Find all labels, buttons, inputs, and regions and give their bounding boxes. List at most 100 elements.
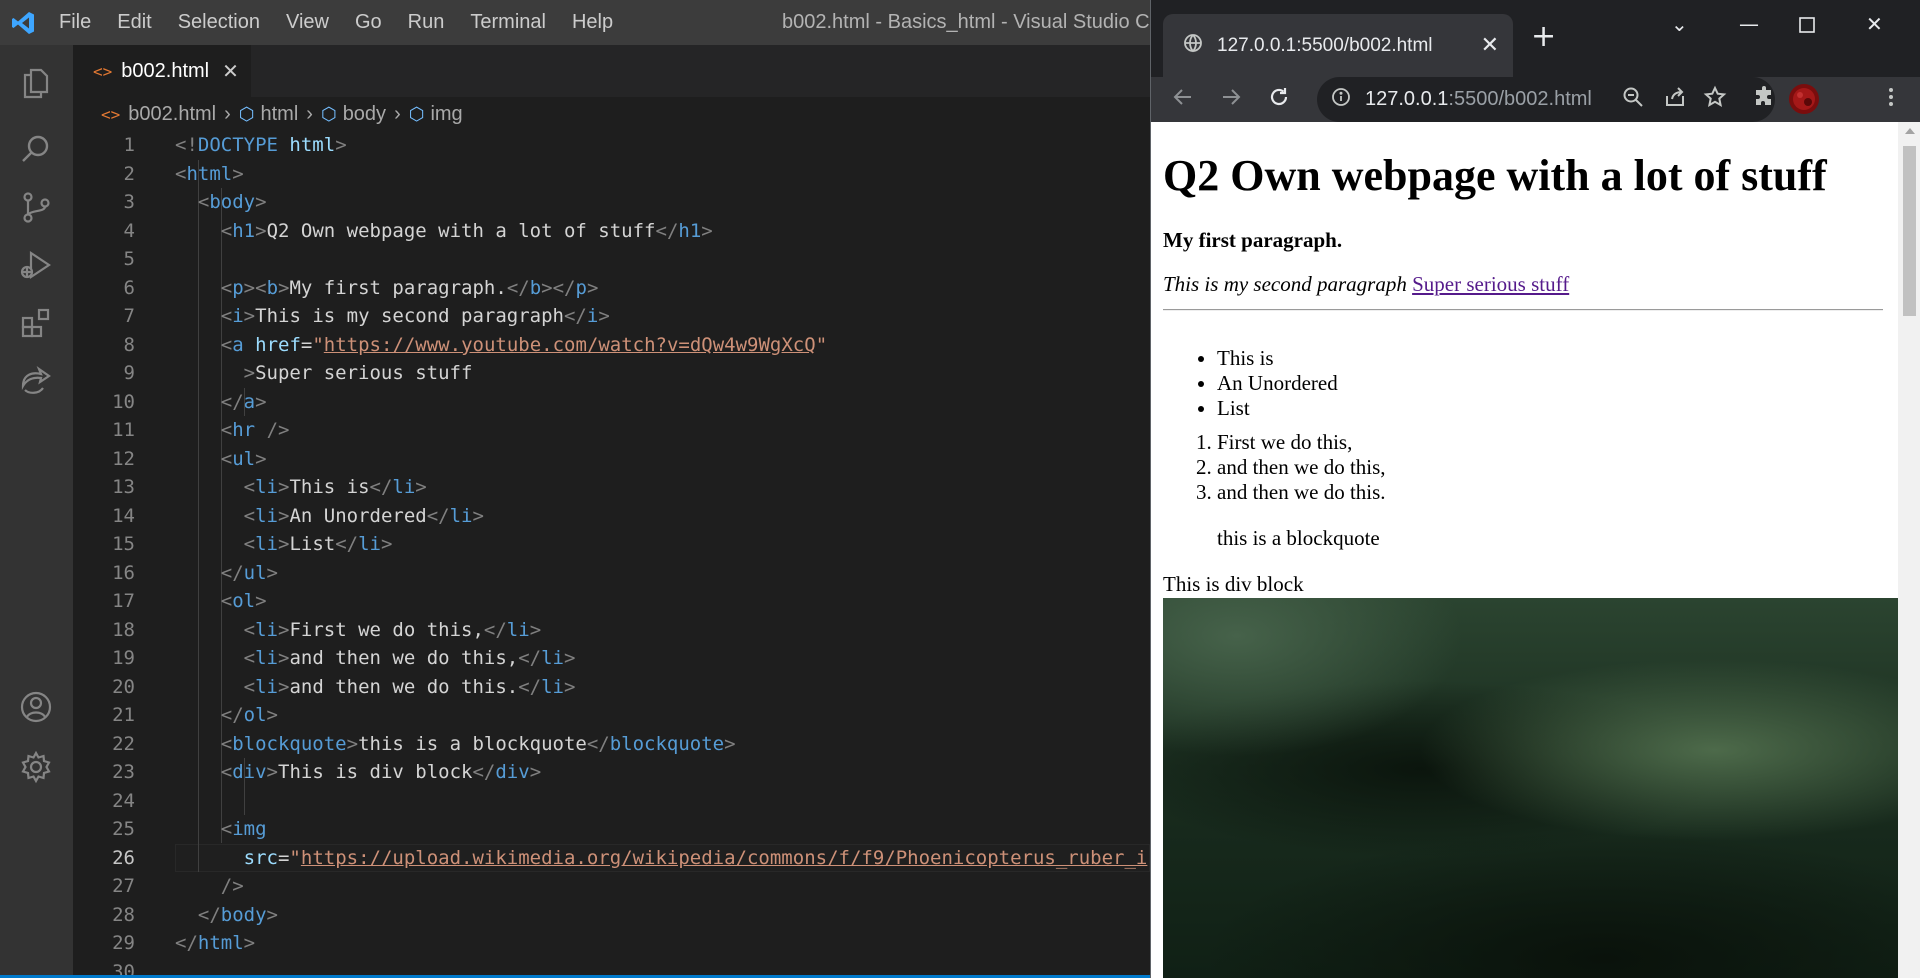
code-content: <!DOCTYPE html> bbox=[175, 134, 347, 156]
menu-file[interactable]: File bbox=[46, 0, 104, 45]
browser-tab[interactable]: 127.0.0.1:5500/b002.html ✕ bbox=[1163, 14, 1513, 77]
breadcrumb-body[interactable]: ⬡ body bbox=[321, 103, 386, 126]
run-debug-icon[interactable] bbox=[14, 243, 58, 287]
tab-close-icon[interactable]: ✕ bbox=[222, 59, 239, 84]
code-content: <li>and then we do this,</li> bbox=[243, 647, 576, 669]
line-number: 6 bbox=[123, 276, 135, 299]
code-content: <body> bbox=[197, 191, 267, 213]
source-control-icon[interactable] bbox=[14, 185, 58, 229]
minimize-icon[interactable]: — bbox=[1739, 12, 1759, 36]
chevron-right-icon: › bbox=[306, 102, 313, 125]
code-content: <li>First we do this,</li> bbox=[243, 618, 542, 641]
settings-gear-icon[interactable] bbox=[14, 745, 58, 789]
scroll-up-arrow-icon[interactable] bbox=[1905, 128, 1915, 134]
code-content: </ol> bbox=[220, 704, 278, 726]
second-paragraph: This is my second paragraph Super seriou… bbox=[1163, 272, 1569, 297]
line-number: 22 bbox=[112, 732, 135, 755]
code-editor[interactable]: 1 <!DOCTYPE html> 2 <html> 3 <body> 4 <h1>… bbox=[73, 131, 1150, 978]
menu-help[interactable]: Help bbox=[559, 0, 626, 45]
menu-terminal[interactable]: Terminal bbox=[457, 0, 559, 45]
code-content: <h1>Q2 Own webpage with a lot of stuff</… bbox=[220, 219, 713, 242]
code-line: 12 <ul> bbox=[73, 445, 1150, 474]
breadcrumb-body-label: body bbox=[342, 102, 387, 125]
close-window-icon[interactable]: ✕ bbox=[1866, 12, 1883, 36]
list-item: and then we do this, bbox=[1217, 455, 1386, 480]
line-number: 29 bbox=[112, 932, 135, 954]
line-number: 26 bbox=[112, 846, 135, 869]
browser-window: 127.0.0.1:5500/b002.html ✕ + ⌄ — ✕ 127.0… bbox=[1150, 0, 1920, 978]
close-tab-icon[interactable]: ✕ bbox=[1481, 32, 1499, 58]
code-content: <div>This is div block</div> bbox=[220, 761, 542, 783]
zoom-icon[interactable] bbox=[1621, 85, 1645, 115]
window-title: b002.html - Basics_html - Visual Studio … bbox=[782, 11, 1183, 33]
line-number: 7 bbox=[123, 305, 135, 327]
line-number: 5 bbox=[123, 248, 135, 270]
share-icon[interactable] bbox=[1663, 85, 1687, 115]
breadcrumb-html[interactable]: ⬡ html bbox=[239, 103, 299, 126]
back-arrow-icon[interactable] bbox=[1171, 85, 1195, 115]
line-number: 14 bbox=[112, 504, 135, 527]
ordered-list: First we do this, and then we do this, a… bbox=[1163, 430, 1386, 505]
address-host: 127.0.0.1 bbox=[1365, 88, 1449, 110]
search-icon[interactable] bbox=[14, 127, 58, 171]
extensions-puzzle-icon[interactable] bbox=[1752, 85, 1776, 115]
breadcrumb: <> b002.html › ⬡ html › ⬡ body › ⬡ img bbox=[73, 97, 1150, 131]
super-serious-link[interactable]: Super serious stuff bbox=[1412, 272, 1569, 296]
breadcrumb-file[interactable]: <> b002.html bbox=[101, 103, 216, 126]
code-content: <i>This is my second paragraph</i> bbox=[220, 305, 610, 327]
code-content: </html> bbox=[175, 932, 256, 954]
line-number: 16 bbox=[112, 561, 135, 584]
profile-avatar[interactable] bbox=[1788, 83, 1820, 121]
vertical-scrollbar[interactable] bbox=[1898, 122, 1920, 978]
code-content: <ul> bbox=[220, 447, 267, 470]
list-item: This is bbox=[1217, 346, 1338, 371]
menu-view[interactable]: View bbox=[273, 0, 342, 45]
code-content: >Super serious stuff bbox=[243, 362, 473, 384]
breadcrumb-html-label: html bbox=[260, 102, 299, 125]
scrollbar-thumb[interactable] bbox=[1903, 146, 1916, 316]
code-line: 13 <li>This is</li> bbox=[73, 473, 1150, 502]
page-heading: Q2 Own webpage with a lot of stuff bbox=[1163, 151, 1827, 200]
code-line: 8 <a href="https://www.youtube.com/watch… bbox=[73, 331, 1150, 360]
line-number: 8 bbox=[123, 333, 135, 356]
maximize-icon[interactable] bbox=[1799, 14, 1815, 38]
editor-tab-b002[interactable]: <> b002.html ✕ bbox=[73, 45, 251, 97]
site-info-icon[interactable] bbox=[1331, 87, 1351, 113]
code-line: 10 </a> bbox=[73, 388, 1150, 417]
line-number: 18 bbox=[112, 618, 135, 641]
italic-text: This is my second paragraph bbox=[1163, 272, 1407, 296]
account-icon[interactable] bbox=[14, 685, 58, 729]
forward-arrow-icon[interactable] bbox=[1219, 85, 1243, 115]
bookmark-star-icon[interactable] bbox=[1703, 85, 1727, 115]
div-block: This is div block bbox=[1163, 572, 1304, 596]
menu-go[interactable]: Go bbox=[342, 0, 395, 45]
live-share-icon[interactable] bbox=[14, 359, 58, 403]
reload-icon[interactable] bbox=[1267, 85, 1291, 115]
line-number: 15 bbox=[112, 533, 135, 555]
code-line: 27 /> bbox=[73, 872, 1150, 901]
menu-selection[interactable]: Selection bbox=[165, 0, 273, 45]
code-line: 11 <hr /> bbox=[73, 416, 1150, 445]
code-line: 25 <img bbox=[73, 815, 1150, 844]
line-number: 2 bbox=[123, 162, 135, 185]
extensions-icon[interactable] bbox=[14, 301, 58, 345]
kebab-menu-icon[interactable] bbox=[1879, 85, 1903, 115]
explorer-icon[interactable] bbox=[14, 61, 58, 105]
menu-run[interactable]: Run bbox=[395, 0, 458, 45]
line-number: 23 bbox=[112, 761, 135, 783]
code-line: 22 <blockquote>this is a blockquote</blo… bbox=[73, 730, 1150, 759]
html-file-icon: <> bbox=[93, 61, 113, 81]
code-line: 2 <html> bbox=[73, 160, 1150, 189]
code-line: 21 </ol> bbox=[73, 701, 1150, 730]
tab-search-chevron-icon[interactable]: ⌄ bbox=[1671, 12, 1688, 36]
element-cube-icon: ⬡ bbox=[320, 103, 337, 124]
menu-edit[interactable]: Edit bbox=[104, 0, 164, 45]
breadcrumb-img[interactable]: ⬡ img bbox=[409, 103, 463, 126]
breadcrumb-img-label: img bbox=[430, 102, 463, 125]
activity-bar bbox=[0, 45, 73, 978]
code-line: 18 <li>First we do this,</li> bbox=[73, 616, 1150, 645]
line-number: 9 bbox=[123, 362, 135, 384]
new-tab-plus-icon[interactable]: + bbox=[1531, 22, 1556, 52]
code-line: 28 </body> bbox=[73, 901, 1150, 930]
code-line: 24 bbox=[73, 787, 1150, 816]
